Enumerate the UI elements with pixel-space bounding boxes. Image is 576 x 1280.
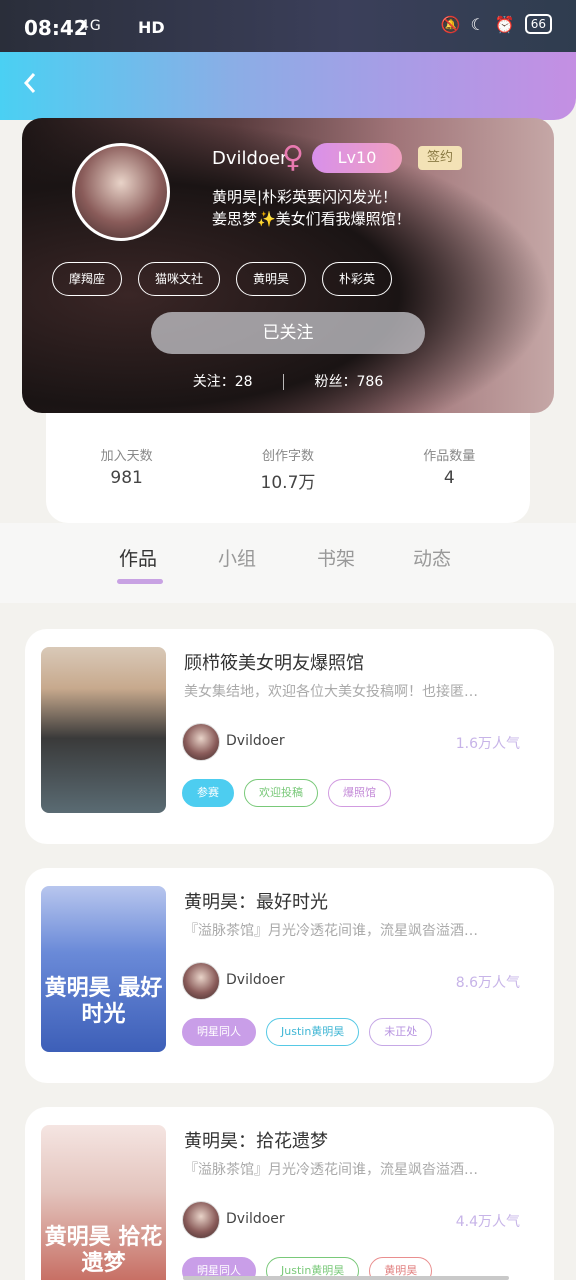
bio-line: 姜思梦✨美女们看我爆照馆！ bbox=[212, 210, 411, 228]
work-tag[interactable]: 明星同人 bbox=[182, 1018, 256, 1046]
author-avatar[interactable] bbox=[182, 723, 220, 761]
work-tags: 参赛 欢迎投稿 爆照馆 bbox=[182, 779, 391, 807]
profile-tag[interactable]: 摩羯座 bbox=[52, 262, 123, 296]
work-tag[interactable]: Justin黄明昊 bbox=[266, 1018, 360, 1046]
moon-icon: ☾ bbox=[470, 14, 485, 34]
stat-value: 10.7万 bbox=[260, 473, 316, 493]
work-cover-image[interactable] bbox=[41, 647, 166, 813]
username: Dvildoer bbox=[212, 148, 288, 169]
fans-count[interactable]: 粉丝：786 bbox=[315, 374, 384, 390]
hd-indicator: HD bbox=[138, 18, 165, 37]
level-badge: Lv10 bbox=[312, 143, 402, 173]
work-description: 美女集结地，欢迎各位大美女投稿啊！也接匿… bbox=[184, 684, 478, 700]
work-card[interactable]: 顾栉筱美女明友爆照馆 美女集结地，欢迎各位大美女投稿啊！也接匿… Dvildoe… bbox=[25, 629, 554, 844]
alarm-icon: ⏰ bbox=[494, 14, 515, 34]
avatar[interactable] bbox=[72, 143, 170, 241]
follow-stats: 关注：28 粉丝：786 bbox=[22, 371, 554, 391]
work-card[interactable]: 黄明昊 拾花遗梦 黄明昊：拾花遗梦 『溢脉茶馆』月光冷透花间谁，流星飒沓溢酒… … bbox=[25, 1107, 554, 1280]
work-cover-image[interactable]: 黄明昊 拾花遗梦 bbox=[41, 1125, 166, 1280]
popularity: 8.6万人气 bbox=[455, 975, 520, 991]
work-title[interactable]: 顾栉筱美女明友爆照馆 bbox=[184, 649, 364, 675]
author-name[interactable]: Dvildoer bbox=[226, 1211, 285, 1227]
author-name[interactable]: Dvildoer bbox=[226, 972, 285, 988]
work-title[interactable]: 黄明昊：拾花遗梦 bbox=[184, 1127, 328, 1153]
female-icon: ♀ bbox=[282, 140, 304, 175]
work-tag[interactable]: 参赛 bbox=[182, 779, 234, 807]
author-name[interactable]: Dvildoer bbox=[226, 733, 285, 749]
tab-bar bbox=[0, 523, 576, 603]
author-avatar[interactable] bbox=[182, 962, 220, 1000]
cover-title: 黄明昊 最好时光 bbox=[44, 976, 163, 1027]
work-description: 『溢脉茶馆』月光冷透花间谁，流星飒沓溢酒… bbox=[184, 1162, 478, 1178]
profile-tags: 摩羯座 猫咪文社 黄明昊 朴彩英 bbox=[52, 262, 393, 296]
work-tags: 明星同人 Justin黄明昊 未正处 bbox=[182, 1018, 433, 1046]
work-card[interactable]: 黄明昊 最好时光 黄明昊：最好时光 『溢脉茶馆』月光冷透花间谁，流星飒沓溢酒… … bbox=[25, 868, 554, 1083]
tab-indicator bbox=[117, 579, 163, 584]
chevron-left-icon bbox=[23, 73, 36, 93]
signed-badge: 签约 bbox=[418, 146, 462, 170]
stat-value: 4 bbox=[443, 468, 455, 488]
status-icons: 🔕 ☾ ⏰ 66 bbox=[441, 14, 552, 34]
mute-icon: 🔕 bbox=[440, 14, 461, 34]
tab-groups[interactable]: 小组 bbox=[218, 544, 256, 571]
stat-value: 981 bbox=[110, 468, 143, 488]
author-avatar[interactable] bbox=[182, 1201, 220, 1239]
work-title[interactable]: 黄明昊：最好时光 bbox=[184, 888, 328, 914]
cover-title: 黄明昊 拾花遗梦 bbox=[44, 1225, 163, 1276]
back-button[interactable] bbox=[18, 68, 50, 104]
stats-card: 加入天数 981 创作字数 10.7万 作品数量 4 bbox=[46, 413, 530, 523]
tab-works[interactable]: 作品 bbox=[119, 544, 157, 571]
bio-line: 黄明昊|朴彩英要闪闪发光！ bbox=[212, 188, 398, 206]
stat-works-count: 作品数量 4 bbox=[379, 413, 519, 523]
stat-word-count: 创作字数 10.7万 bbox=[218, 413, 358, 523]
status-time: 08:42 bbox=[24, 16, 88, 40]
tab-activity[interactable]: 动态 bbox=[413, 544, 451, 571]
profile-tag[interactable]: 朴彩英 bbox=[322, 262, 393, 296]
popularity: 1.6万人气 bbox=[455, 736, 520, 752]
stat-join-days: 加入天数 981 bbox=[57, 413, 197, 523]
divider bbox=[283, 374, 285, 390]
follow-button[interactable]: 已关注 bbox=[151, 312, 425, 354]
home-indicator bbox=[183, 1276, 509, 1280]
battery-icon: 66 bbox=[524, 14, 552, 34]
network-indicator: 4G bbox=[80, 18, 102, 34]
profile-tag[interactable]: 猫咪文社 bbox=[138, 262, 221, 296]
work-tag[interactable]: 爆照馆 bbox=[328, 779, 391, 807]
work-tag[interactable]: 未正处 bbox=[369, 1018, 433, 1046]
stat-label: 创作字数 bbox=[261, 449, 314, 464]
work-description: 『溢脉茶馆』月光冷透花间谁，流星飒沓溢酒… bbox=[184, 923, 478, 939]
status-bar: 08:42 4G HD 🔕 ☾ ⏰ 66 bbox=[0, 0, 576, 52]
work-cover-image[interactable]: 黄明昊 最好时光 bbox=[41, 886, 166, 1052]
profile-card: Dvildoer ♀ Lv10 签约 黄明昊|朴彩英要闪闪发光！ 姜思梦✨美女们… bbox=[22, 118, 554, 413]
popularity: 4.4万人气 bbox=[455, 1214, 520, 1230]
profile-tag[interactable]: 黄明昊 bbox=[236, 262, 307, 296]
work-tag[interactable]: 欢迎投稿 bbox=[244, 779, 318, 807]
tab-bookshelf[interactable]: 书架 bbox=[317, 544, 355, 571]
stat-label: 加入天数 bbox=[100, 449, 153, 464]
stat-label: 作品数量 bbox=[423, 449, 476, 464]
bio: 黄明昊|朴彩英要闪闪发光！ 姜思梦✨美女们看我爆照馆！ bbox=[212, 186, 411, 230]
following-count[interactable]: 关注：28 bbox=[193, 374, 253, 390]
